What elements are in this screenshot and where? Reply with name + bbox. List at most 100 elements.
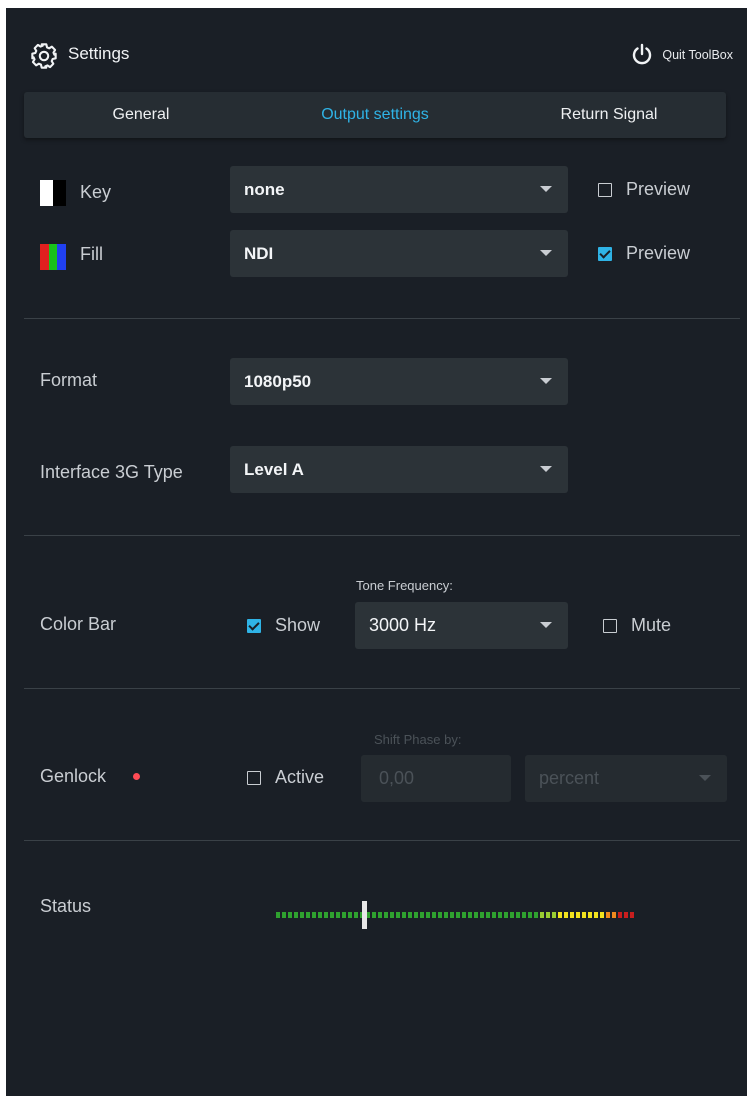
meter-segment [516,912,520,918]
shift-phase-input[interactable]: 0,00 [361,755,511,802]
fill-label: Fill [80,244,103,264]
meter-segment [402,912,406,918]
meter-segment [486,912,490,918]
meter-segment [300,912,304,918]
header: Settings Quit ToolBox [6,8,747,92]
meter-segment [534,912,538,918]
meter-segment [306,912,310,918]
key-icon [40,180,66,206]
tab-return-signal[interactable]: Return Signal [492,92,726,138]
meter-segment [612,912,616,918]
power-icon [633,43,652,65]
fill-icon [40,244,67,270]
format-label: Format [40,370,98,390]
meter-segment [312,912,316,918]
chevron-down-icon [540,466,552,472]
tone-frequency-select[interactable]: 3000 Hz [355,602,568,649]
settings-panel: Settings Quit ToolBox General Output set… [6,8,747,1096]
meter-segment [462,912,466,918]
chevron-down-icon [540,250,552,256]
format-value: 1080p50 [244,371,312,391]
meter-segment [558,912,562,918]
key-preview-label: Preview [626,179,691,199]
meter-segment [390,912,394,918]
meter-segment [384,912,388,918]
genlock-label: Genlock [40,766,107,786]
format-select[interactable]: 1080p50 [230,358,568,405]
shift-phase-unit-value: percent [539,768,600,788]
meter-segment [288,912,292,918]
meter-segment [540,912,544,918]
checkbox-unchecked-icon [603,618,617,633]
divider [24,840,740,841]
divider [24,535,740,536]
chevron-down-icon [540,186,552,192]
meter-segment [408,912,412,918]
fill-source-select[interactable]: NDI [230,230,568,277]
shift-phase-label: Shift Phase by: [374,732,462,747]
meter-segment [342,912,346,918]
divider [24,688,740,689]
meter-segment [504,912,508,918]
meter-segment [318,912,322,918]
meter-segment [618,912,622,918]
meter-segment [456,912,460,918]
checkbox-checked-icon [598,246,612,261]
meter-segment [546,912,550,918]
mute-label: Mute [631,615,672,635]
shift-phase-unit-select[interactable]: percent [525,755,727,802]
status-level-meter [276,901,636,929]
color-bar-show-checkbox[interactable]: Show [247,615,320,636]
tone-frequency-value: 3000 Hz [369,615,437,635]
chevron-down-icon [540,622,552,628]
chevron-down-icon [699,775,711,781]
interface-3g-label: Interface 3G Type [40,462,183,482]
meter-segment [276,912,280,918]
fill-preview-checkbox[interactable]: Preview [598,243,690,264]
meter-segment [450,912,454,918]
checkbox-unchecked-icon [598,182,612,197]
meter-segment [372,912,376,918]
meter-segment [474,912,478,918]
meter-segment [600,912,604,918]
meter-segment [414,912,418,918]
meter-segment [570,912,574,918]
meter-segment [330,912,334,918]
key-preview-checkbox[interactable]: Preview [598,179,690,200]
checkbox-unchecked-icon [247,770,261,785]
interface-3g-select[interactable]: Level A [230,446,568,493]
meter-segment [438,912,442,918]
meter-segment [324,912,328,918]
tab-bar: General Output settings Return Signal [24,92,726,138]
meter-segment [492,912,496,918]
checkbox-checked-icon [247,618,261,633]
chevron-down-icon [540,378,552,384]
tab-general[interactable]: General [24,92,258,138]
color-bar-label: Color Bar [40,614,117,634]
key-source-value: none [244,179,285,199]
meter-segment [588,912,592,918]
tone-frequency-label: Tone Frequency: [356,578,453,593]
meter-segment [432,912,436,918]
meter-segment [378,912,382,918]
meter-segment [444,912,448,918]
meter-segment [420,912,424,918]
meter-segment [294,912,298,918]
key-source-select[interactable]: none [230,166,568,213]
meter-segment [576,912,580,918]
meter-segment [336,912,340,918]
mute-checkbox[interactable]: Mute [603,615,671,636]
fill-source-value: NDI [244,243,274,263]
meter-segment [630,912,634,918]
genlock-active-checkbox[interactable]: Active [247,767,324,788]
tab-output-settings[interactable]: Output settings [258,92,492,138]
meter-segment [564,912,568,918]
meter-segment [282,912,286,918]
quit-button[interactable]: Quit ToolBox [630,42,733,68]
meter-segment [480,912,484,918]
status-label: Status [40,896,92,916]
quit-label: Quit ToolBox [662,48,733,62]
meter-segment [582,912,586,918]
genlock-active-label: Active [275,767,325,787]
interface-3g-value: Level A [244,459,304,479]
